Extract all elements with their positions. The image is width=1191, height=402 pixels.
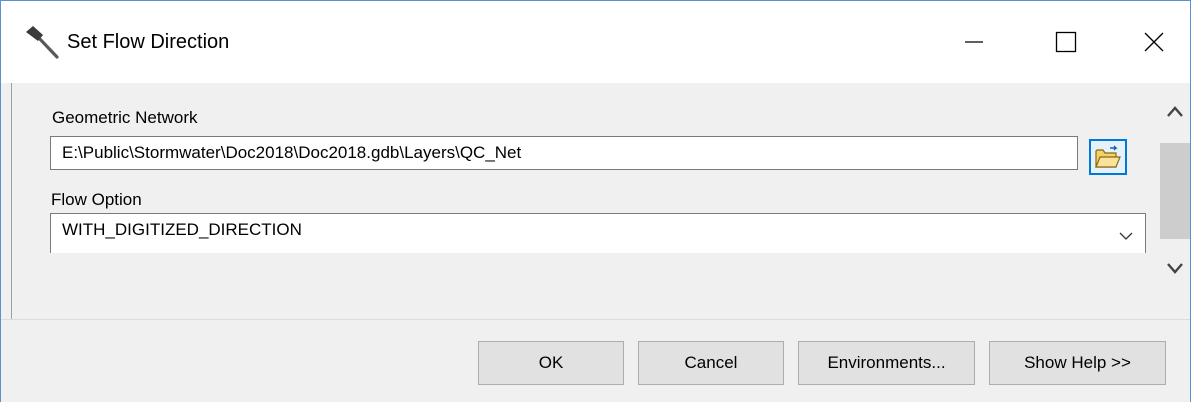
open-folder-icon xyxy=(1095,145,1121,168)
maximize-icon xyxy=(1055,31,1077,53)
show-help-button[interactable]: Show Help >> xyxy=(989,341,1166,385)
flow-option-value: WITH_DIGITIZED_DIRECTION xyxy=(62,220,302,239)
minimize-icon xyxy=(965,41,983,43)
flow-option-select[interactable]: WITH_DIGITIZED_DIRECTION xyxy=(50,213,1146,253)
hammer-icon xyxy=(23,23,63,63)
flow-option-label: Flow Option xyxy=(51,190,142,209)
title-bar[interactable]: Set Flow Direction xyxy=(1,1,1190,83)
close-icon xyxy=(1144,32,1164,52)
scroll-down-icon[interactable] xyxy=(1166,261,1184,280)
parameters-panel: Geometric Network E:\Public\Stormwater\D… xyxy=(11,83,1160,319)
window-title: Set Flow Direction xyxy=(67,31,230,53)
scrollbar-thumb[interactable] xyxy=(1160,143,1190,239)
set-flow-direction-dialog: Set Flow Direction Geometric Network E:\… xyxy=(0,0,1191,402)
geometric-network-label: Geometric Network xyxy=(52,108,198,127)
maximize-button[interactable] xyxy=(1033,1,1099,83)
geometric-network-input[interactable]: E:\Public\Stormwater\Doc2018\Doc2018.gdb… xyxy=(50,136,1078,170)
scroll-up-icon[interactable] xyxy=(1166,105,1184,124)
ok-button[interactable]: OK xyxy=(478,341,624,385)
environments-button[interactable]: Environments... xyxy=(798,341,975,385)
vertical-scrollbar[interactable] xyxy=(1159,83,1190,319)
chevron-down-icon xyxy=(1119,226,1133,246)
minimize-button[interactable] xyxy=(941,1,1007,83)
close-button[interactable] xyxy=(1121,1,1187,83)
browse-button[interactable] xyxy=(1089,139,1127,175)
cancel-button[interactable]: Cancel xyxy=(638,341,784,385)
button-bar: OK Cancel Environments... Show Help >> xyxy=(1,319,1190,402)
